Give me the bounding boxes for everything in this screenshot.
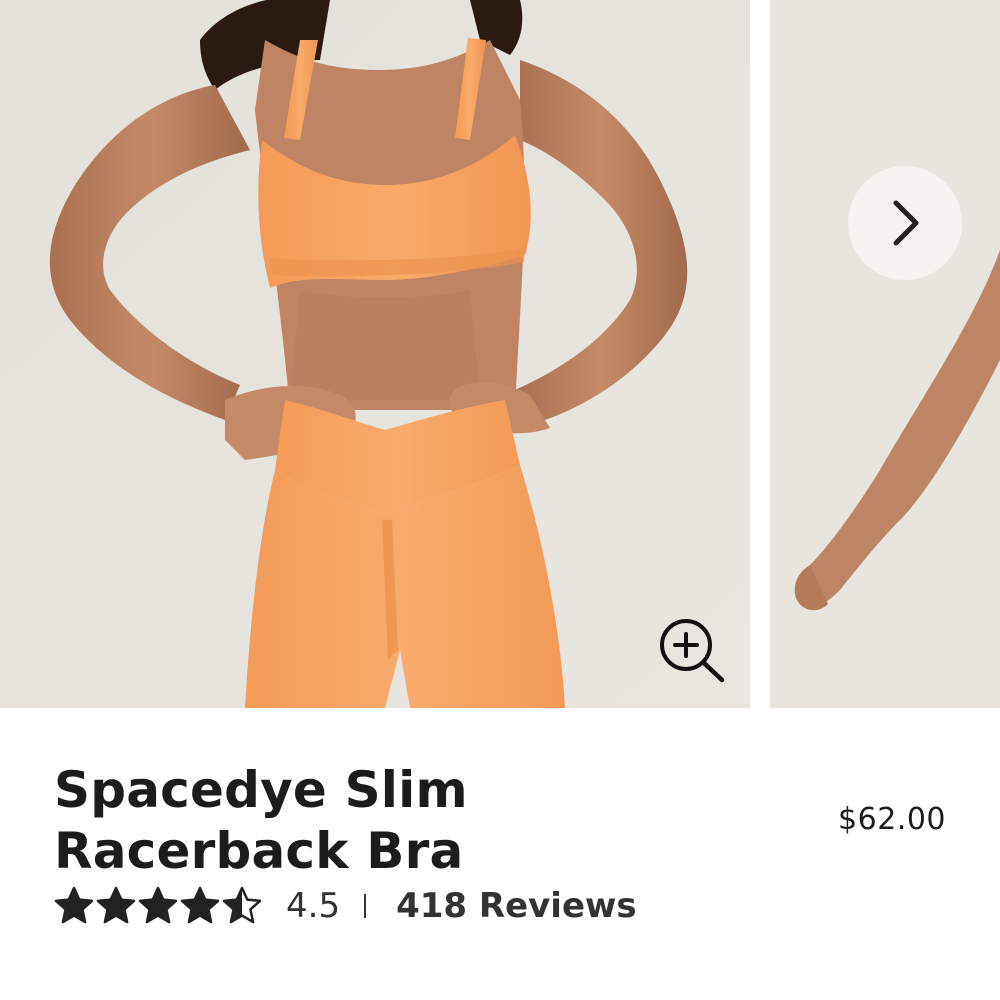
main-product-image[interactable] xyxy=(0,0,750,708)
model-illustration xyxy=(0,0,750,708)
zoom-in-button[interactable] xyxy=(656,617,728,687)
chevron-right-icon xyxy=(893,200,919,246)
rating-divider xyxy=(364,894,367,918)
reviews-link[interactable]: 418 Reviews xyxy=(396,886,637,926)
rating-row: 4.5 418 Reviews xyxy=(54,880,637,932)
product-title-line-2: Racerback Bra xyxy=(54,822,464,880)
star-full-icon xyxy=(138,886,178,924)
arm-illustration xyxy=(770,0,1000,708)
rating-value: 4.5 xyxy=(286,886,341,926)
product-price: $62.00 xyxy=(838,802,946,837)
product-image-gallery[interactable] xyxy=(0,0,1000,708)
next-image-button[interactable] xyxy=(848,166,962,280)
star-full-icon xyxy=(180,886,220,924)
zoom-in-icon xyxy=(660,619,725,683)
star-full-icon xyxy=(96,886,136,924)
product-title: Spacedye Slim Racerback Bra xyxy=(54,760,754,882)
product-page: Spacedye Slim Racerback Bra $62.00 4.5 4… xyxy=(0,0,1000,1000)
star-full-icon xyxy=(54,886,94,924)
star-half-icon xyxy=(222,886,262,924)
next-product-image[interactable] xyxy=(770,0,1000,708)
product-title-line-1: Spacedye Slim xyxy=(54,761,468,819)
star-rating xyxy=(54,886,264,926)
